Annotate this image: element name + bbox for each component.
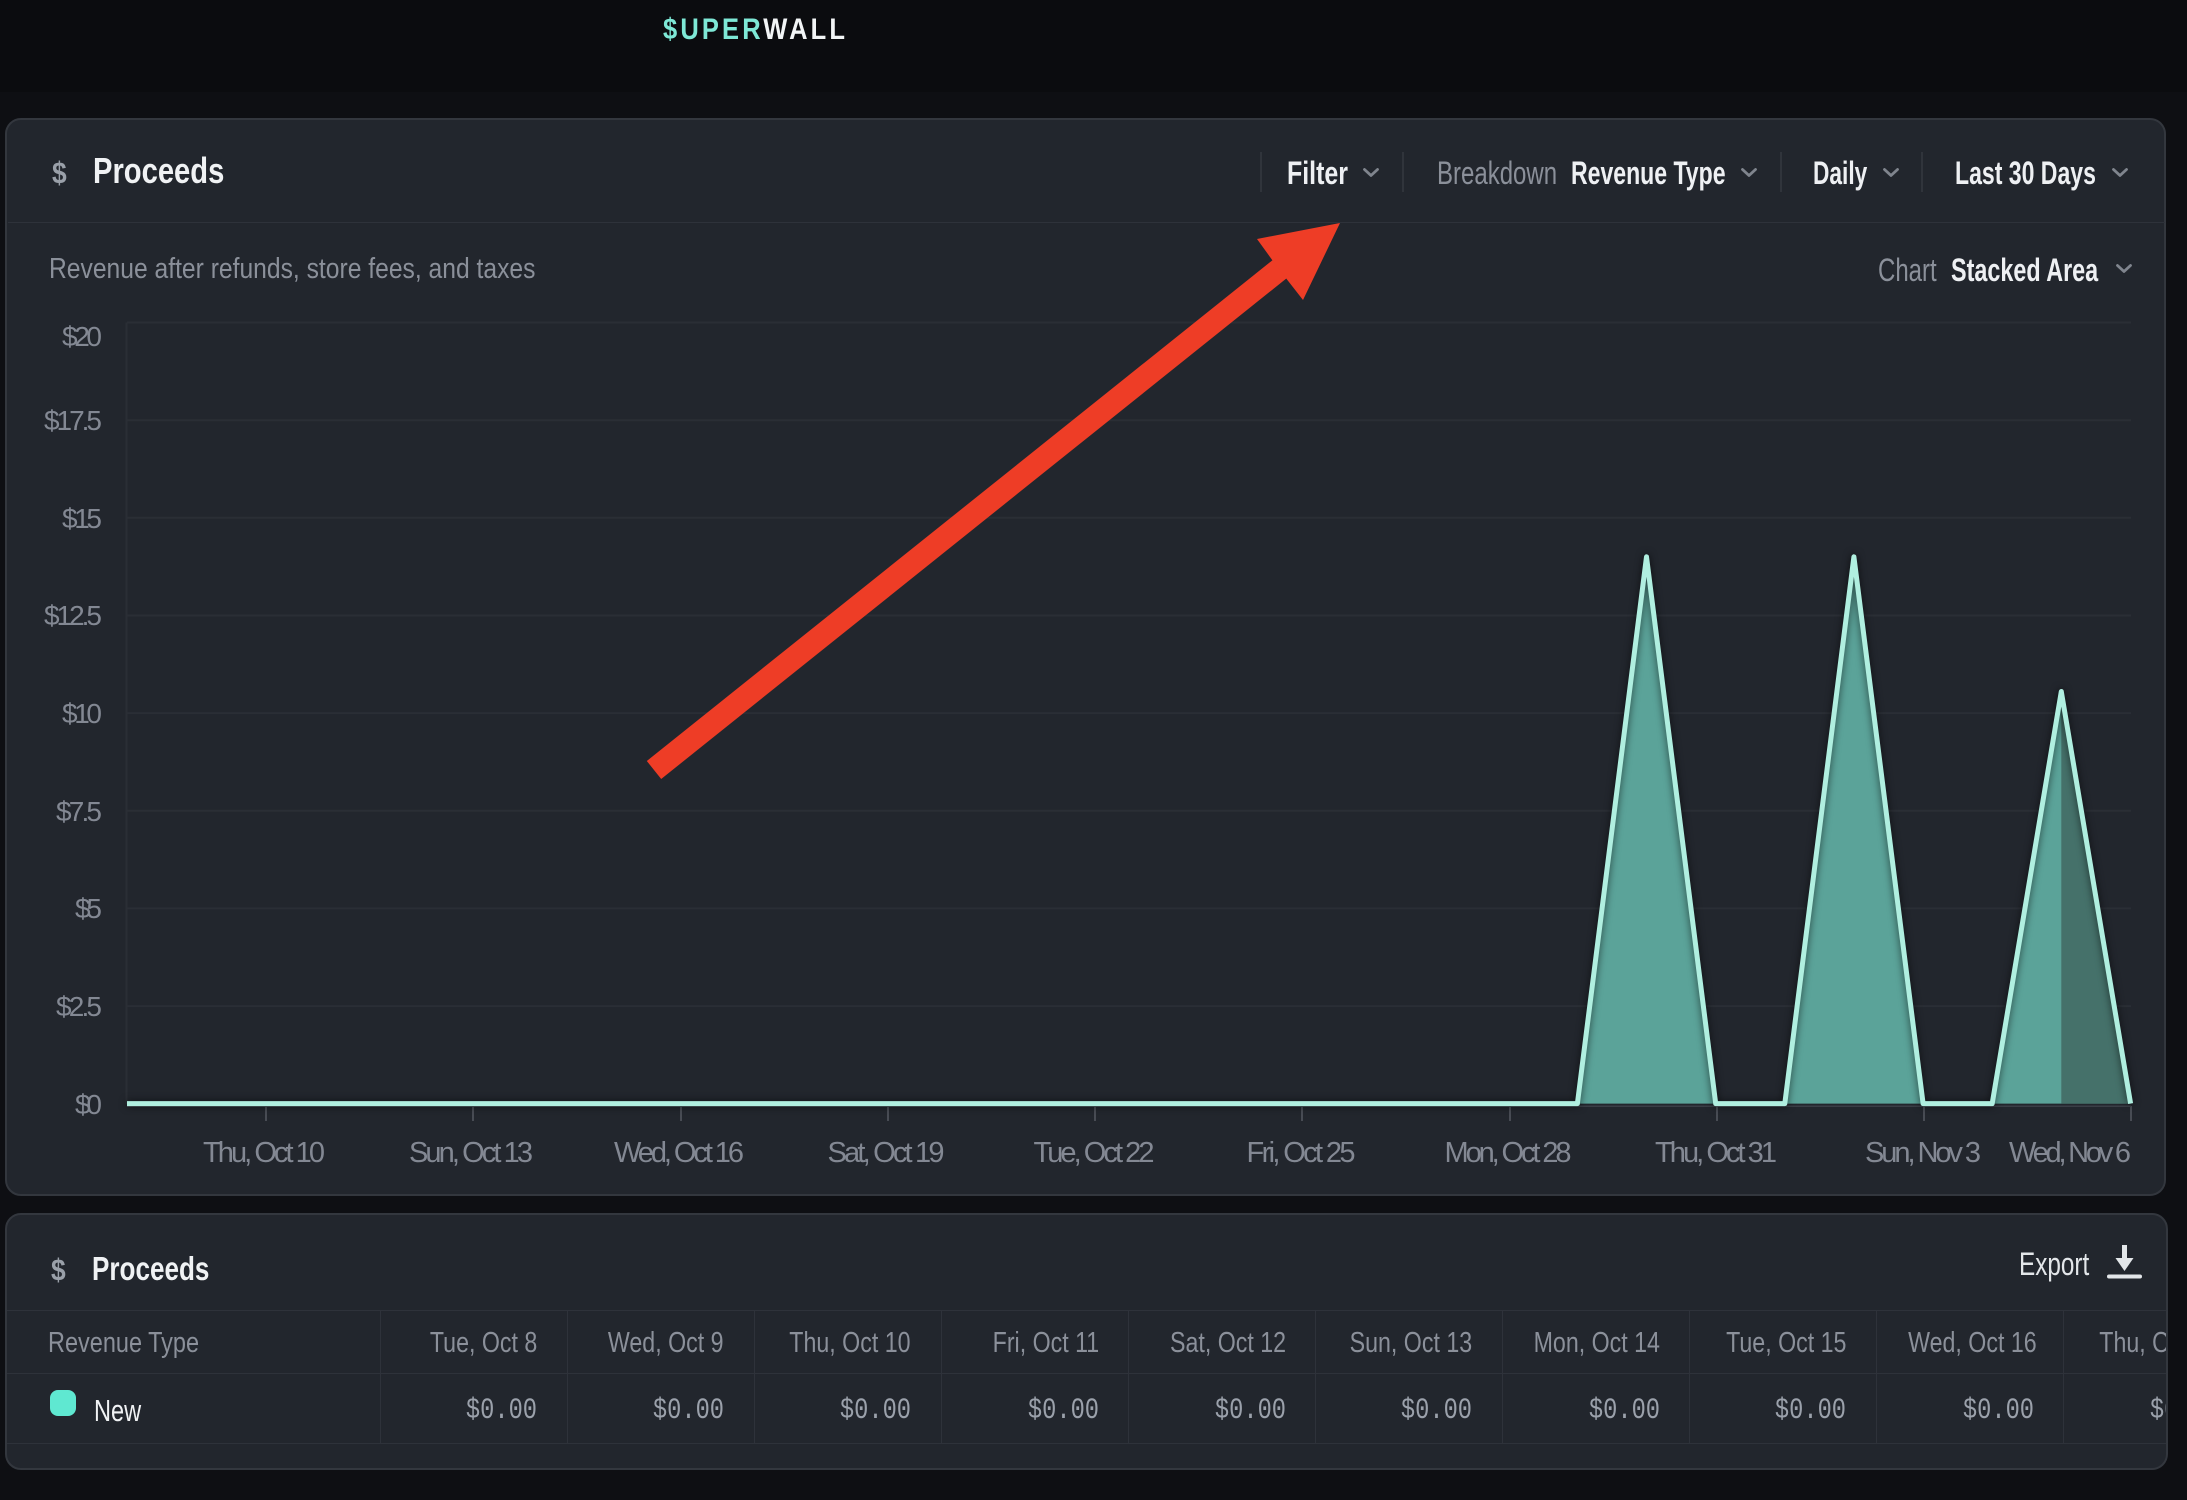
svg-text:Tue, Oct 22: Tue, Oct 22 bbox=[1034, 1137, 1155, 1169]
svg-text:Sun, Oct 13: Sun, Oct 13 bbox=[409, 1137, 533, 1169]
svg-text:Wed, Oct 16: Wed, Oct 16 bbox=[614, 1137, 744, 1169]
svg-text:$12.5: $12.5 bbox=[44, 600, 102, 631]
svg-text:$15: $15 bbox=[62, 503, 102, 534]
svg-text:$10: $10 bbox=[62, 698, 102, 729]
svg-text:Thu, Oct 31: Thu, Oct 31 bbox=[1655, 1137, 1777, 1169]
svg-text:$2.5: $2.5 bbox=[56, 991, 102, 1022]
svg-text:Thu, Oct 10: Thu, Oct 10 bbox=[203, 1137, 325, 1169]
svg-text:Mon, Oct 28: Mon, Oct 28 bbox=[1445, 1137, 1572, 1169]
svg-text:$20: $20 bbox=[62, 321, 102, 352]
svg-text:Fri, Oct 25: Fri, Oct 25 bbox=[1247, 1137, 1356, 1169]
svg-text:Sun, Nov 3: Sun, Nov 3 bbox=[1865, 1137, 1981, 1169]
svg-text:$7.5: $7.5 bbox=[56, 796, 102, 827]
svg-text:$0: $0 bbox=[75, 1089, 102, 1120]
svg-text:$5: $5 bbox=[75, 893, 102, 924]
svg-text:Wed, Nov 6: Wed, Nov 6 bbox=[2009, 1137, 2131, 1169]
svg-text:$17.5: $17.5 bbox=[44, 405, 102, 436]
svg-text:Sat, Oct 19: Sat, Oct 19 bbox=[828, 1137, 945, 1169]
